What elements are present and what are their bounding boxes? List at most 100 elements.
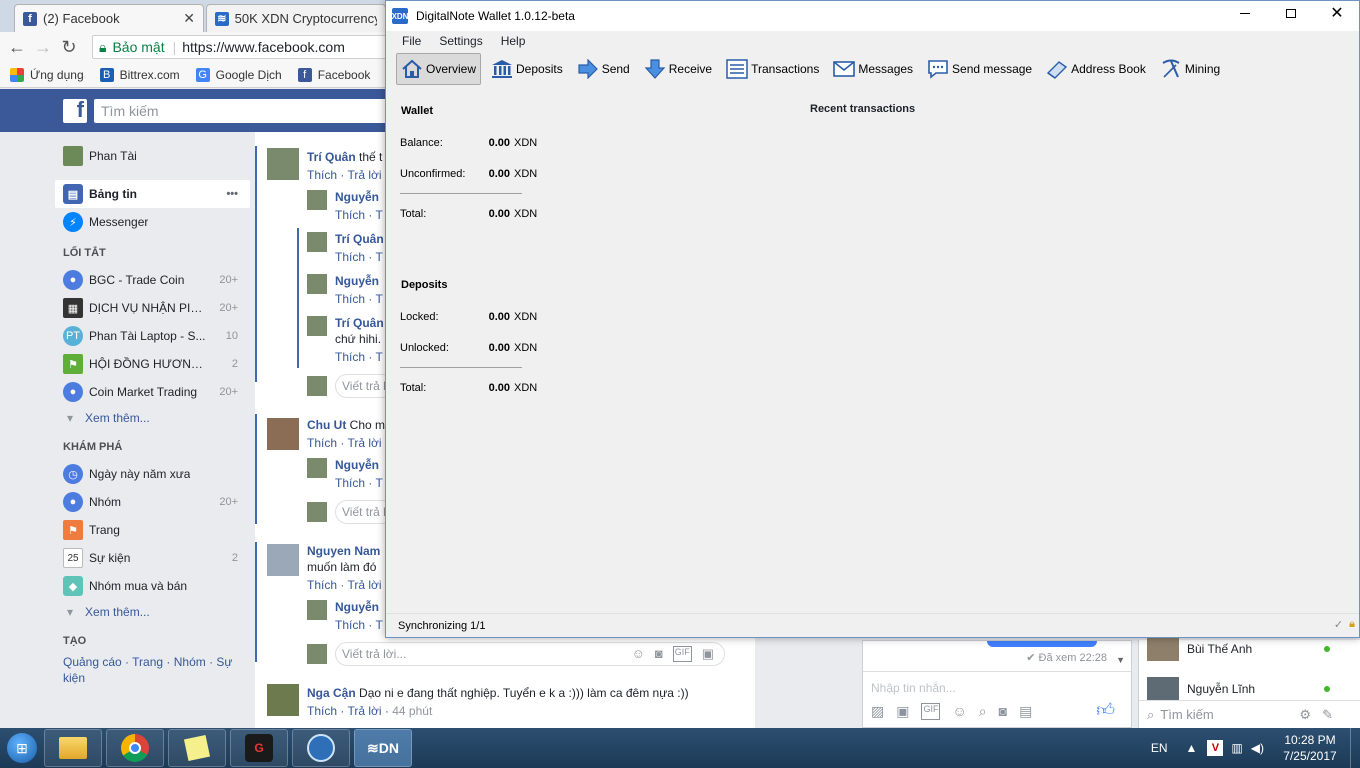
explore-item[interactable]: 25 Sự kiện 2 — [55, 544, 250, 572]
nav-news-feed[interactable]: ▤ Bảng tin ••• — [55, 180, 250, 208]
menu-help[interactable]: Help — [501, 34, 526, 48]
sticker-icon[interactable]: ▣ — [896, 703, 909, 720]
taskbar-sticky-notes[interactable] — [168, 729, 226, 767]
explore-item[interactable]: ⚑ Trang — [55, 516, 250, 544]
see-more-explore[interactable]: ▾ Xem thêm... — [55, 600, 250, 624]
like-link[interactable]: Thích — [307, 168, 337, 182]
facebook-logo-icon[interactable]: f — [63, 97, 87, 123]
tab-xdn[interactable]: ≋ 50K XDN Cryptocurrency — [206, 4, 386, 32]
explore-item[interactable]: ● Nhóm 20+ — [55, 488, 250, 516]
taskbar-digitalnote[interactable]: ≋DN — [354, 729, 412, 767]
camera-icon[interactable]: ◙ — [999, 703, 1007, 720]
gif-icon[interactable]: GIF — [921, 703, 941, 720]
more-options-icon[interactable]: ••• — [226, 188, 238, 200]
tab-title: (2) Facebook — [43, 11, 120, 26]
bookmark-facebook[interactable]: f Facebook — [297, 67, 370, 82]
list-icon — [726, 58, 748, 80]
taskbar-chrome[interactable] — [106, 729, 164, 767]
window-title-bar[interactable]: XDN DigitalNote Wallet 1.0.12-beta ✕ — [386, 1, 1359, 31]
close-tab-icon[interactable]: ✕ — [183, 10, 195, 27]
network-icon[interactable]: ▥ — [1231, 741, 1242, 755]
menu-bar: File Settings Help — [386, 31, 1359, 51]
minimize-button[interactable] — [1223, 1, 1267, 25]
wallet-section-title: Wallet — [401, 105, 433, 117]
tab-mining[interactable]: Mining — [1156, 53, 1224, 85]
show-desktop-button[interactable] — [1350, 728, 1360, 768]
overview-panel: Wallet Balance: 0.00 XDN Unconfirmed: 0.… — [386, 87, 1359, 609]
tab-receive[interactable]: Receive — [640, 53, 716, 85]
bookmark-bittrex[interactable]: B Bittrex.com — [99, 67, 180, 82]
nav-messenger[interactable]: ⚡︎ Messenger — [55, 208, 250, 236]
see-more-shortcuts[interactable]: ▾ Xem thêm... — [55, 406, 250, 430]
tab-address-book[interactable]: Address Book — [1042, 53, 1150, 85]
sticker-icon[interactable]: ▣ — [702, 646, 714, 662]
calendar-icon[interactable]: ▤ — [1019, 703, 1032, 720]
clock[interactable]: 10:28 PM 7/25/2017 — [1270, 732, 1350, 764]
address-book-icon — [1046, 58, 1068, 80]
tab-transactions[interactable]: Transactions — [722, 53, 823, 85]
maximize-button[interactable] — [1269, 1, 1313, 25]
forward-arrow-icon[interactable]: → — [30, 37, 56, 58]
facebook-search-input[interactable]: Tìm kiếm — [94, 99, 394, 123]
wallet-toolbar: Overview Deposits Send Receive Transacti… — [386, 51, 1359, 87]
profile-link[interactable]: Phan Tài — [55, 142, 250, 170]
explore-item[interactable]: ◷ Ngày này năm xưa — [55, 460, 250, 488]
shortcut-item[interactable]: ● Coin Market Trading 20+ — [55, 378, 250, 406]
create-links[interactable]: Quảng cáo · Trang · Nhóm · Sự kiện — [55, 654, 240, 686]
avatar — [307, 502, 327, 522]
shortcut-item[interactable]: ⚑ HỘI ĐỒNG HƯƠNG... 2 — [55, 350, 250, 378]
scroll-down-icon[interactable]: ▼ — [1116, 655, 1125, 665]
chat-message-input[interactable]: Nhập tin nhắn... — [871, 681, 956, 695]
emoji-icon[interactable]: ☺ — [952, 703, 966, 720]
contact-item[interactable]: Bùi Thế Anh — [1139, 634, 1360, 664]
gear-icon[interactable]: ⚙ — [1299, 707, 1311, 723]
shortcut-item[interactable]: PT Phan Tài Laptop - S... 10 — [55, 322, 250, 350]
shortcut-item[interactable]: ● BGC - Trade Coin 20+ — [55, 266, 250, 294]
reply-link[interactable]: Trả lời — [347, 168, 381, 182]
tab-facebook[interactable]: f (2) Facebook ✕ — [14, 4, 204, 32]
tab-send[interactable]: Send — [573, 53, 634, 85]
lock-icon[interactable]: 🔒︎ — [1349, 618, 1355, 631]
tab-messages[interactable]: Messages — [829, 53, 917, 85]
menu-settings[interactable]: Settings — [439, 34, 482, 48]
contacts-search-input[interactable]: ⌕ Tìm kiếm ⚙ ✎ — [1139, 700, 1360, 728]
tab-overview[interactable]: Overview — [396, 53, 482, 85]
close-button[interactable]: ✕ — [1315, 1, 1359, 25]
bookmark-google-translate[interactable]: G Google Dịch — [195, 67, 282, 82]
group-icon: ● — [63, 270, 83, 290]
volume-icon[interactable]: ◀) — [1251, 741, 1264, 755]
compose-icon[interactable]: ✎ — [1322, 707, 1333, 723]
thumbs-up-icon[interactable]: 👍︎ — [1096, 699, 1115, 721]
photo-icon[interactable]: ▨ — [871, 703, 884, 720]
explore-item[interactable]: ◆ Nhóm mua và bán — [55, 572, 250, 600]
home-icon — [401, 58, 423, 80]
clapperboard-icon: ▦ — [63, 298, 83, 318]
bookmark-apps[interactable]: Ứng dụng — [10, 67, 84, 82]
antivirus-icon[interactable]: V — [1207, 740, 1224, 756]
camera-icon[interactable]: ◙ — [655, 646, 663, 662]
taskbar-garena[interactable]: G — [230, 729, 288, 767]
memories-clock-icon: ◷ — [63, 464, 83, 484]
online-status-icon — [1324, 646, 1330, 652]
chat-bubble-icon — [927, 58, 949, 80]
taskbar-file-explorer[interactable] — [44, 729, 102, 767]
back-arrow-icon[interactable]: ← — [4, 37, 30, 58]
start-button[interactable]: ⊞ — [0, 728, 44, 768]
attach-icon[interactable]: ⌕ — [979, 703, 987, 720]
emoji-icon[interactable]: ☺ — [632, 646, 645, 662]
menu-file[interactable]: File — [402, 34, 421, 48]
address-bar[interactable]: 🔒︎ Bảo mật | https://www.facebook.com — [92, 35, 390, 59]
reload-icon[interactable]: ↻ — [56, 37, 82, 58]
group-icon: ● — [63, 382, 83, 402]
avatar — [1147, 637, 1179, 661]
taskbar-remote-desktop[interactable] — [292, 729, 350, 767]
facebook-icon: f — [297, 67, 312, 82]
show-hidden-icons-icon[interactable]: ▲ — [1186, 741, 1198, 755]
gif-icon[interactable]: GIF — [672, 646, 692, 662]
reply-input[interactable]: Viết trả lời... ☺ ◙ GIF ▣ — [335, 642, 725, 666]
tab-send-message[interactable]: Send message — [923, 53, 1036, 85]
tab-deposits[interactable]: Deposits — [487, 53, 567, 85]
shortcut-item[interactable]: ▦ DỊCH VỤ NHẬN PIN ... 20+ — [55, 294, 250, 322]
send-arrow-icon — [577, 58, 599, 80]
language-indicator[interactable]: EN — [1151, 741, 1168, 755]
